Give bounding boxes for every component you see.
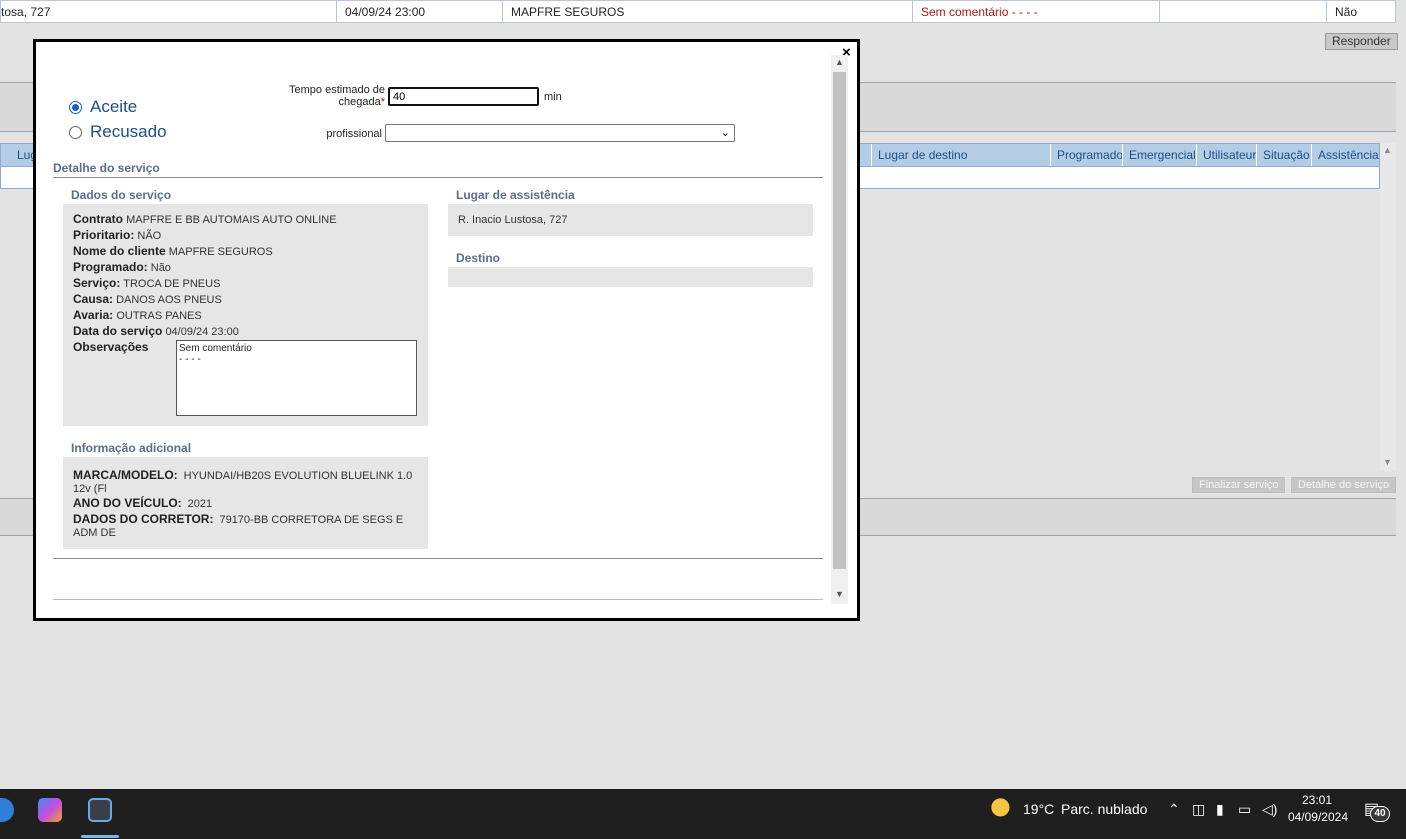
programado-field: Programado: Não	[73, 260, 171, 274]
tempo-estimado-input[interactable]	[388, 87, 539, 106]
corretor-field: DADOS DO CORRETOR: 79170-BB CORRETORA DE …	[73, 512, 404, 540]
tempo-unit: min	[544, 91, 562, 103]
detalhe-title: Detalhe do serviço	[53, 161, 160, 175]
notification-badge[interactable]: 40	[1370, 806, 1390, 822]
taskbar: 19°C Parc. nublado ⌃ ◫ ▮ ▭ ◁) 23:01 04/0…	[0, 789, 1406, 839]
scroll-down-icon[interactable]: ▼	[1383, 457, 1392, 467]
row-date: 04/09/24 23:00	[337, 1, 503, 22]
row-client: MAPFRE SEGUROS	[503, 1, 913, 22]
weather-desc[interactable]: Parc. nublado	[1061, 801, 1147, 817]
header-emergencial[interactable]: Emergencial	[1122, 144, 1196, 166]
tempo-label: Tempo estimado de chegada*	[289, 84, 385, 108]
scroll-up-icon[interactable]: ▲	[1383, 145, 1392, 155]
radio-recusado[interactable]: Recusado	[69, 122, 167, 142]
clock-date[interactable]: 04/09/2024	[1282, 810, 1348, 824]
ano-field: ANO DO VEÍCULO: 2021	[73, 496, 213, 511]
marca-field: MARCA/MODELO: HYUNDAI/HB20S EVOLUTION BLU…	[73, 468, 413, 496]
edge-icon[interactable]	[0, 798, 14, 822]
aceite-label: Aceite	[90, 97, 138, 116]
modal-scrollbar[interactable]: ▲ ▼	[831, 55, 848, 604]
lugar-value: R. Inacio Lustosa, 727	[458, 214, 568, 226]
finalizar-servico-button[interactable]: Finalizar serviço	[1192, 477, 1286, 493]
lugar-box: R. Inacio Lustosa, 727	[448, 204, 813, 236]
info-title: Informação adicional	[71, 441, 192, 455]
camera-icon[interactable]: ◫	[1192, 801, 1205, 818]
lugar-title: Lugar de assistência	[456, 188, 575, 202]
scroll-up-icon[interactable]: ▲	[835, 57, 844, 67]
grid-scrollbar[interactable]: ▲ ▼	[1380, 143, 1396, 471]
header-lugar-destino[interactable]: Lugar de destino	[871, 144, 1050, 166]
header-utilisateur[interactable]: Utilisateur	[1196, 144, 1256, 166]
data-servico-field: Data do serviço 04/09/24 23:00	[73, 324, 239, 338]
recusado-label: Recusado	[90, 122, 167, 141]
radio-aceite[interactable]: Aceite	[69, 97, 137, 117]
microphone-icon[interactable]: ▮	[1216, 801, 1224, 818]
divider	[53, 558, 823, 559]
copilot-icon[interactable]	[38, 798, 62, 822]
avaria-field: Avaria: OUTRAS PANES	[73, 308, 202, 322]
cliente-field: Nome do cliente MAPFRE SEGUROS	[73, 244, 273, 258]
dados-box: Contrato MAPFRE E BB AUTOMAIS AUTO ONLIN…	[63, 204, 428, 426]
background-row[interactable]: tosa, 727 04/09/24 23:00 MAPFRE SEGUROS …	[0, 0, 1396, 23]
row-empty	[1160, 1, 1327, 22]
required-marker: *	[380, 96, 385, 108]
calculator-icon[interactable]	[88, 798, 112, 822]
info-box: MARCA/MODELO: HYUNDAI/HB20S EVOLUTION BLU…	[63, 457, 428, 549]
destino-box	[448, 267, 813, 287]
chevron-up-icon[interactable]: ⌃	[1168, 801, 1180, 818]
clock-time[interactable]: 23:01	[1286, 793, 1332, 807]
header-programado[interactable]: Programado	[1050, 144, 1123, 166]
servico-field: Serviço: TROCA DE PNEUS	[73, 276, 221, 290]
profissional-select[interactable]: ⌄	[385, 124, 735, 142]
response-modal: × ▲ ▼ Aceite Recusado Tempo estimado de …	[33, 39, 860, 621]
divider	[53, 599, 823, 600]
row-comment: Sem comentário - - - -	[913, 1, 1160, 22]
prioritario-field: Prioritario: NÃO	[73, 228, 162, 242]
row-address: tosa, 727	[1, 1, 337, 22]
volume-icon[interactable]: ◁)	[1262, 801, 1277, 818]
profissional-label: profissional	[326, 128, 382, 140]
dados-title: Dados do serviço	[71, 188, 172, 202]
responder-button[interactable]: Responder	[1325, 33, 1398, 50]
contrato-field: Contrato MAPFRE E BB AUTOMAIS AUTO ONLIN…	[73, 212, 337, 226]
destino-title: Destino	[456, 251, 501, 265]
detalhe-servico-button[interactable]: Detalhe do serviço	[1291, 477, 1397, 493]
scroll-down-icon[interactable]: ▼	[835, 589, 844, 599]
active-app-indicator	[81, 835, 119, 838]
weather-icon[interactable]	[990, 797, 1016, 823]
observacoes-label: Observações	[73, 340, 149, 354]
observacoes-textarea[interactable]: Sem comentário - - - -	[176, 340, 417, 416]
divider	[53, 177, 823, 178]
scroll-thumb[interactable]	[833, 72, 846, 569]
row-flag: Não	[1335, 5, 1358, 19]
chevron-down-icon: ⌄	[720, 127, 730, 139]
causa-field: Causa: DANOS AOS PNEUS	[73, 292, 222, 306]
radio-unchecked-icon[interactable]	[69, 125, 82, 139]
network-icon[interactable]: ▭	[1238, 801, 1251, 818]
header-assistencia[interactable]: Assistência	[1311, 144, 1379, 166]
weather-temp[interactable]: 19°C	[1023, 801, 1054, 817]
radio-checked-icon[interactable]	[69, 100, 82, 114]
header-situacao[interactable]: Situação	[1256, 144, 1311, 166]
